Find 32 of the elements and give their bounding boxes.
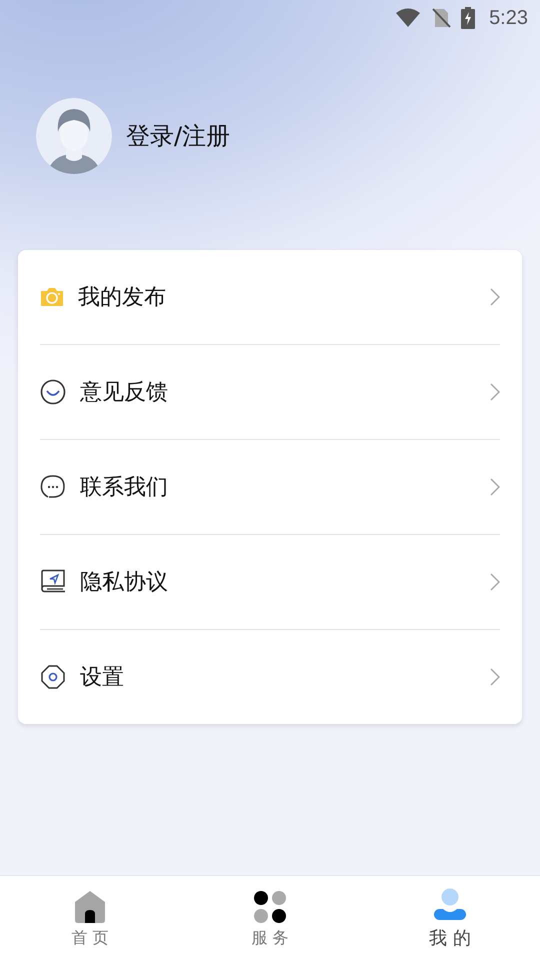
camera-icon: [40, 286, 64, 308]
login-register-link[interactable]: 登录/注册: [126, 120, 230, 152]
chat-bubble-icon: [40, 474, 66, 500]
menu-item[interactable]: 设置: [40, 630, 500, 724]
chevron-right-icon: [490, 573, 500, 591]
smiley-icon: [40, 379, 66, 405]
chevron-right-icon: [490, 668, 500, 686]
menu-item[interactable]: 联系我们: [40, 440, 500, 535]
chevron-right-icon: [490, 478, 500, 496]
menu-item[interactable]: 隐私协议: [40, 535, 500, 630]
settings-icon: [40, 664, 66, 690]
no-sim-icon: [431, 7, 452, 29]
battery-icon: [461, 7, 476, 29]
wifi-icon: [395, 8, 422, 28]
menu-label: 隐私协议: [80, 569, 169, 597]
chevron-right-icon: [490, 288, 500, 306]
nav-tab[interactable]: 首 页: [0, 876, 180, 960]
menu-item[interactable]: 我的发布: [40, 250, 500, 345]
menu-label: 我的发布: [78, 284, 167, 312]
menu-label: 设置: [80, 664, 125, 692]
menu-label: 意见反馈: [80, 379, 169, 407]
nav-tab[interactable]: 服 务: [180, 876, 360, 960]
menu-label: 联系我们: [80, 474, 169, 502]
menu-item[interactable]: 意见反馈: [40, 345, 500, 440]
grid-dots-icon: [253, 890, 287, 924]
avatar-icon[interactable]: [36, 98, 112, 174]
book-icon: [40, 569, 66, 595]
home-icon: [73, 890, 107, 924]
person-icon: [433, 888, 467, 922]
nav-tab[interactable]: 我 的: [360, 876, 540, 960]
clock-time: 5:23: [489, 6, 528, 30]
chevron-right-icon: [490, 383, 500, 401]
